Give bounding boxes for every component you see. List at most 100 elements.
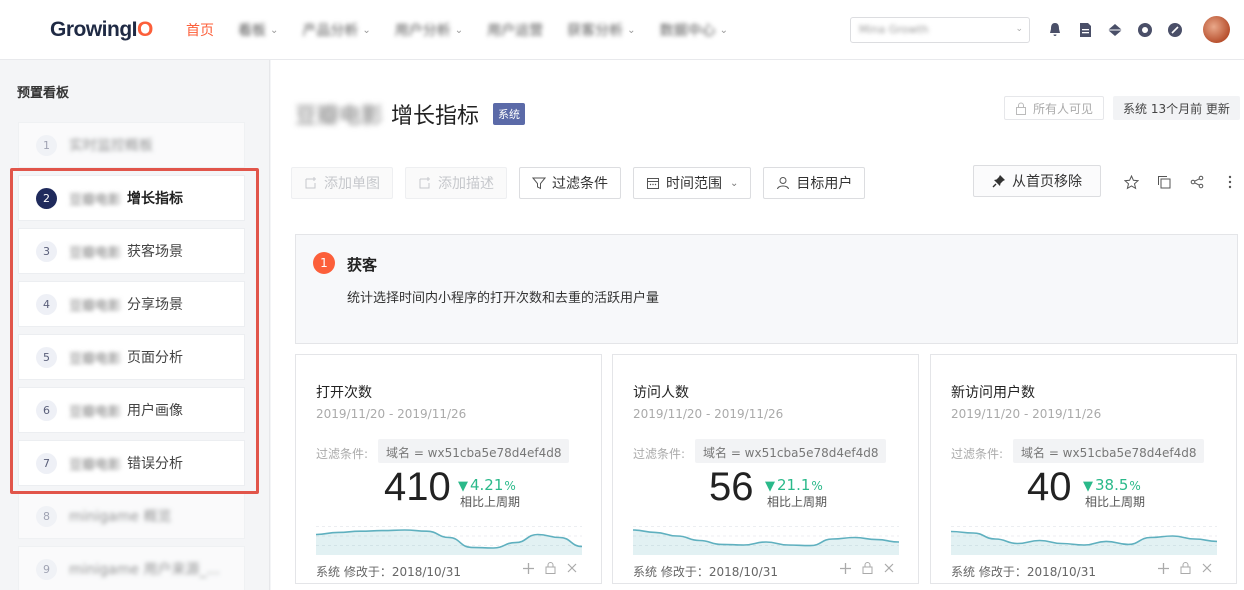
more-icon[interactable] [1221,173,1239,191]
lock-icon[interactable] [860,561,874,575]
close-icon[interactable] [565,561,579,575]
card-footer: 系统 修改于：2018/10/31 [951,565,1096,579]
avatar[interactable] [1203,16,1230,43]
system-badge: 系统 [493,103,526,125]
remove-from-home-button[interactable]: 从首页移除 [973,165,1101,197]
card-change-unit: % [811,479,823,493]
add-icon[interactable] [1156,561,1170,575]
sidebar-item-acquisition[interactable]: 3 豆瓣电影 获客场景 [18,228,245,274]
section-acquisition: 1 获客 统计选择时间内小程序的打开次数和去重的活跃用户量 [295,234,1238,344]
sidebar-item-number: 8 [36,505,57,527]
sidebar-item-sharing[interactable]: 4 豆瓣电影 分享场景 [18,281,245,327]
sidebar-item-number: 5 [36,346,57,368]
calendar-icon [646,176,660,190]
metric-card-new-visitors[interactable]: 新访问用户数 2019/11/20 - 2019/11/26 过滤条件: 域名 … [930,354,1237,584]
nav-user-ops-label: 用户运营 [487,23,544,39]
section-description: 统计选择时间内小程序的打开次数和去重的活跃用户量 [347,291,660,306]
card-change: ▼ 21.1% [765,476,823,494]
sidebar-item-prefix: 豆瓣电影 [69,245,122,261]
star-icon[interactable] [1122,173,1140,191]
card-title: 新访问用户数 [951,385,1035,401]
add-chart-label: 添加单图 [324,176,380,192]
card-sparkline [633,526,899,555]
nav-product-analysis[interactable]: 产品分析 ⌄ [302,20,370,40]
card-change-value: 38.5 [1095,476,1129,494]
nav-data-center[interactable]: 数据中心 ⌄ [660,20,728,40]
close-icon[interactable] [882,561,896,575]
sidebar-item-error-analysis[interactable]: 7 豆瓣电影 错误分析 [18,440,245,486]
sidebar-item-growth[interactable]: 2 豆瓣电影 增长指标 [18,175,245,221]
metric-card-visitors[interactable]: 访问人数 2019/11/20 - 2019/11/26 过滤条件: 域名 = … [612,354,919,584]
nav-acquisition[interactable]: 获客分析 ⌄ [567,20,635,40]
project-select[interactable]: Mina Growth ⌄ [850,17,1030,43]
document-icon[interactable] [1076,21,1094,39]
sidebar-item-number: 7 [36,452,57,474]
sparkline-area [951,531,1217,555]
trend-down-icon: ▼ [458,479,468,494]
help-icon[interactable] [1136,21,1154,39]
visibility-label: 所有人可见 [1033,101,1094,116]
nav-acquisition-label: 获客分析 [567,23,624,39]
top-nav: GrowingIO 首页 看板 ⌄ 产品分析 ⌄ 用户分析 ⌄ 用户运营 获客分析 ⌄ … [0,0,1244,60]
filter-button[interactable]: 过滤条件 [519,167,621,199]
add-description-label: 添加描述 [438,176,494,192]
card-change-unit: % [1129,479,1141,493]
nav-home[interactable]: 首页 [186,20,214,40]
card-change: ▼ 4.21% [458,476,516,494]
lock-icon[interactable] [543,561,557,575]
sidebar-item-prefix: 豆瓣电影 [69,298,122,314]
add-description-button[interactable]: 添加描述 [405,167,507,199]
card-date-range: 2019/11/20 - 2019/11/26 [316,407,467,421]
target-user-button[interactable]: 目标用户 [763,167,866,199]
nav-user-analysis[interactable]: 用户分析 ⌄ [395,20,463,40]
sidebar-title: 预置看板 [17,86,70,101]
sidebar-item-minigame-source[interactable]: 9 minigame 用户来源_... [18,546,245,590]
bell-icon[interactable] [1046,21,1064,39]
page-title-prefix: 豆瓣电影 [295,104,384,129]
card-footer-icons [513,561,579,575]
card-filter-label: 过滤条件: [633,447,686,461]
filter-label: 过滤条件 [552,176,608,192]
card-sparkline [316,526,582,555]
sidebar-item-prefix: 豆瓣电影 [69,192,122,208]
sidebar-item-label: minigame 概览 [69,509,172,525]
logo-main: GrowingI [50,18,138,41]
card-change-unit: % [504,479,516,493]
sidebar-item-minigame-overview[interactable]: 8 minigame 概览 [18,493,245,539]
sidebar-item-page-analysis[interactable]: 5 豆瓣电影 页面分析 [18,334,245,380]
lock-icon [1016,102,1026,115]
card-metric-value: 410 [384,465,451,509]
card-change-value: 21.1 [777,476,811,494]
chevron-down-icon: ⌄ [454,24,464,36]
main-nav: 首页 看板 ⌄ 产品分析 ⌄ 用户分析 ⌄ 用户运营 获客分析 ⌄ 数据中心 ⌄ [186,20,752,40]
diamond-icon[interactable] [1106,21,1124,39]
card-change: ▼ 38.5% [1083,476,1141,494]
nav-user-ops[interactable]: 用户运营 [487,20,543,40]
sidebar-item-realtime[interactable]: 1 实时监控概板 [18,122,245,168]
settings-icon[interactable] [1166,21,1184,39]
sidebar-item-user-profile[interactable]: 6 豆瓣电影 用户画像 [18,387,245,433]
growingio-logo[interactable]: GrowingIO [50,18,153,42]
add-icon[interactable] [521,561,535,575]
card-date-range: 2019/11/20 - 2019/11/26 [633,407,784,421]
sidebar-item-prefix: 豆瓣电影 [69,404,122,420]
user-icon [776,176,790,190]
chevron-down-icon: ⌄ [730,177,739,189]
nav-dashboards[interactable]: 看板 ⌄ [238,20,278,40]
time-range-button[interactable]: 时间范围 ⌄ [633,167,752,199]
add-chart-button[interactable]: 添加单图 [291,167,393,199]
metric-card-open-count[interactable]: 打开次数 2019/11/20 - 2019/11/26 过滤条件: 域名 = … [295,354,602,584]
card-change-value: 4.21 [470,476,504,494]
top-icon-bar [1046,21,1196,39]
add-icon[interactable] [838,561,852,575]
pin-icon [992,174,1006,188]
time-range-label: 时间范围 [666,176,722,192]
close-icon[interactable] [1200,561,1214,575]
card-compare-label: 相比上周期 [767,495,828,509]
share-icon[interactable] [1188,173,1206,191]
copy-icon[interactable] [1155,173,1173,191]
sidebar-item-label: 页面分析 [127,350,184,366]
sidebar-item-label: 获客场景 [127,244,184,260]
card-date-range: 2019/11/20 - 2019/11/26 [951,407,1102,421]
lock-icon[interactable] [1178,561,1192,575]
